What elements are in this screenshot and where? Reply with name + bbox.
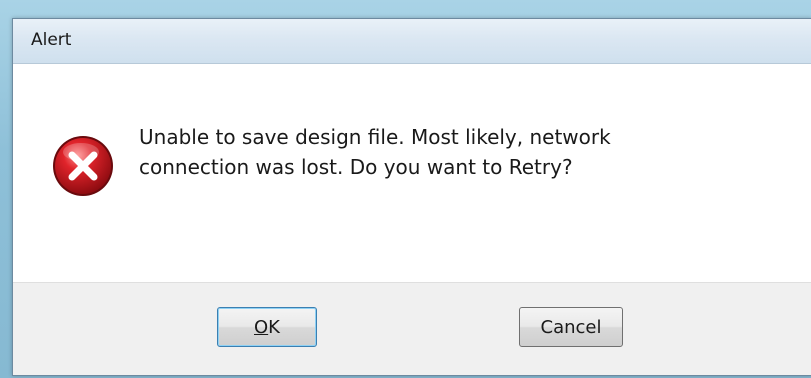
ok-accelerator-key: O xyxy=(254,316,269,338)
alert-message-line-2: connection was lost. Do you want to Retr… xyxy=(139,155,573,179)
desktop-background: Alert Unable to save design file. Most l… xyxy=(0,0,811,378)
alert-dialog: Alert Unable to save design file. Most l… xyxy=(12,18,811,376)
window-title: Alert xyxy=(31,30,72,50)
button-bar: OK Cancel xyxy=(13,283,811,375)
error-icon xyxy=(53,136,113,196)
cancel-button[interactable]: Cancel xyxy=(519,307,623,347)
cancel-button-label: Cancel xyxy=(540,316,602,338)
dialog-content: Unable to save design file. Most likely,… xyxy=(13,64,811,283)
ok-button-label: OK xyxy=(254,317,280,338)
alert-message-line-1: Unable to save design file. Most likely,… xyxy=(139,125,611,149)
alert-message: Unable to save design file. Most likely,… xyxy=(139,122,739,182)
title-bar[interactable]: Alert xyxy=(13,19,811,64)
ok-label-rest: K xyxy=(268,316,280,338)
ok-button[interactable]: OK xyxy=(217,307,317,347)
